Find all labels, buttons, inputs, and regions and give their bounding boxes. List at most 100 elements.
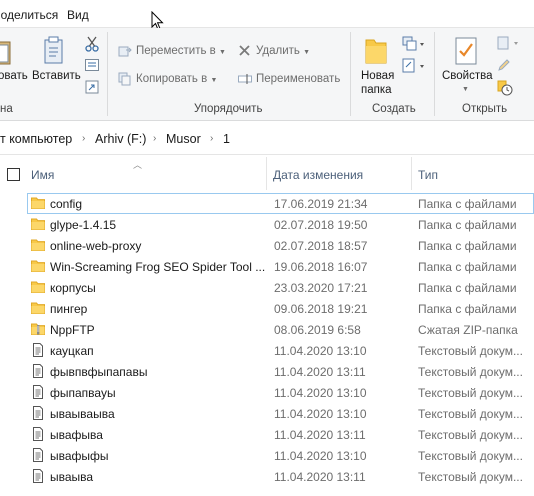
clipboard-group-label: на xyxy=(0,103,13,115)
delete-button[interactable]: Удалить ▼ xyxy=(256,45,310,57)
file-row[interactable]: ываываыва 11.04.2020 13:10 Текстовый докум… xyxy=(0,403,534,424)
file-date-modified: 19.06.2018 16:07 xyxy=(274,260,368,274)
file-row[interactable]: config 17.06.2019 21:34 Папка с файлами xyxy=(0,193,534,214)
folder-icon xyxy=(31,301,45,315)
chevron-down-icon: ▼ xyxy=(218,49,226,56)
column-date-modified[interactable]: Дата изменения xyxy=(273,168,363,182)
chevron-right-icon[interactable]: › xyxy=(153,133,156,144)
chevron-down-icon: ▼ xyxy=(303,49,311,56)
group-divider xyxy=(434,32,435,116)
file-type: Текстовый докум... xyxy=(418,365,523,379)
ribbon-tab-bar: Поделиться Вид xyxy=(0,0,534,31)
zip-folder-icon xyxy=(31,322,45,336)
file-row[interactable]: фывпвфыпапавы 11.04.2020 13:11 Текстовый д… xyxy=(0,361,534,382)
file-date-modified: 09.06.2018 19:21 xyxy=(274,302,368,316)
group-divider xyxy=(107,32,108,116)
paste-button[interactable]: овать xyxy=(0,70,28,82)
new-folder-button[interactable]: Новая xyxy=(361,70,394,82)
move-to-button[interactable]: Переместить в ▼ xyxy=(136,45,226,57)
file-row[interactable]: кауцкап 11.04.2020 13:10 Текстовый докум..… xyxy=(0,340,534,361)
folder-icon xyxy=(31,259,45,273)
file-date-modified: 08.06.2019 6:58 xyxy=(274,323,361,337)
column-name[interactable]: Имя xyxy=(31,168,54,182)
file-row[interactable]: ывафыфы 11.04.2020 13:10 Текстовый докум..… xyxy=(0,445,534,466)
rename-button[interactable]: Переименовать xyxy=(256,73,340,85)
file-row[interactable]: ывафыва 11.04.2020 13:11 Текстовый докум..… xyxy=(0,424,534,445)
file-name: Win-Screaming Frog SEO Spider Tool ... xyxy=(50,260,265,274)
paste-shortcut-small-icon[interactable] xyxy=(85,80,99,97)
file-type: Папка с файлами xyxy=(418,281,517,295)
column-divider[interactable] xyxy=(266,157,267,190)
tab-view[interactable]: Вид xyxy=(67,8,89,22)
file-type: Текстовый докум... xyxy=(418,470,523,484)
paste-shortcut-button[interactable]: Вставить xyxy=(32,70,81,82)
text-file-icon xyxy=(31,364,45,378)
file-row[interactable]: ываыва 11.04.2020 13:11 Текстовый докум... xyxy=(0,466,534,487)
breadcrumb-drive[interactable]: Arhiv (F:) xyxy=(95,132,146,146)
ribbon: овать Вставить на Переместить в ▼ Копиро… xyxy=(0,28,534,121)
file-type: Текстовый докум... xyxy=(418,428,523,442)
file-row[interactable]: корпусы 23.03.2020 17:21 Папка с файлами xyxy=(0,277,534,298)
chevron-right-icon[interactable]: › xyxy=(82,133,85,144)
breadcrumb-this-pc[interactable]: т компьютер xyxy=(0,132,72,146)
file-name: пингер xyxy=(50,302,88,316)
history-icon[interactable] xyxy=(497,80,513,99)
file-type: Текстовый докум... xyxy=(418,386,523,400)
file-name: корпусы xyxy=(50,281,96,295)
folder-icon xyxy=(31,217,45,231)
copy-to-button[interactable]: Копировать в ▼ xyxy=(136,73,217,85)
cut-icon[interactable] xyxy=(85,36,99,55)
text-file-icon xyxy=(31,406,45,420)
tab-share[interactable]: Поделиться xyxy=(0,8,58,22)
open-group-label: Открыть xyxy=(462,103,508,115)
text-file-icon xyxy=(31,385,45,399)
file-type: Текстовый докум... xyxy=(418,407,523,421)
open-icon[interactable] xyxy=(497,36,521,53)
column-header: ︿ Имя Дата изменения Тип xyxy=(0,157,534,190)
copy-path-icon[interactable] xyxy=(85,59,99,74)
file-name: ываыва xyxy=(50,470,94,484)
file-date-modified: 11.04.2020 13:10 xyxy=(274,407,367,421)
new-folder-button-line2[interactable]: папка xyxy=(361,84,392,96)
properties-icon xyxy=(454,36,478,69)
file-row[interactable]: пингер 09.06.2018 19:21 Папка с файлами xyxy=(0,298,534,319)
text-file-icon xyxy=(31,427,45,441)
file-type: Текстовый докум... xyxy=(418,344,523,358)
organize-group-label: Упорядочить xyxy=(194,103,263,115)
new-item-icon[interactable] xyxy=(402,36,426,55)
column-type[interactable]: Тип xyxy=(418,168,438,182)
file-name: online-web-proxy xyxy=(50,239,142,253)
file-type: Папка с файлами xyxy=(418,260,517,274)
file-date-modified: 11.04.2020 13:11 xyxy=(274,470,366,484)
column-divider[interactable] xyxy=(411,157,412,190)
file-row[interactable]: Win-Screaming Frog SEO Spider Tool ... 19… xyxy=(0,256,534,277)
copy-to-icon xyxy=(118,72,132,89)
move-to-label: Переместить в xyxy=(136,45,216,57)
file-name: glype-1.4.15 xyxy=(50,218,117,232)
edit-icon[interactable] xyxy=(497,58,511,75)
paste-icon xyxy=(0,36,12,69)
file-date-modified: 17.06.2019 21:34 xyxy=(274,197,368,211)
chevron-down-icon[interactable]: ▼ xyxy=(462,86,469,93)
sort-ascending-icon: ︿ xyxy=(133,160,143,170)
file-date-modified: 23.03.2020 17:21 xyxy=(274,281,368,295)
address-bar[interactable]: т компьютер › Arhiv (F:) › Musor › 1 xyxy=(0,122,534,155)
file-row[interactable]: glype-1.4.15 02.07.2018 19:50 Папка с файл… xyxy=(0,214,534,235)
breadcrumb-current[interactable]: 1 xyxy=(223,132,230,146)
file-type: Папка с файлами xyxy=(418,218,517,232)
file-name: ываываыва xyxy=(50,407,115,421)
move-to-icon xyxy=(118,44,132,61)
select-all-checkbox[interactable] xyxy=(7,168,20,181)
properties-button[interactable]: Свойства xyxy=(442,70,493,82)
file-name: ывафыва xyxy=(50,428,103,442)
file-row[interactable]: фыпапвауы 11.04.2020 13:10 Текстовый докум… xyxy=(0,382,534,403)
breadcrumb-musor[interactable]: Musor xyxy=(166,132,201,146)
file-row[interactable]: online-web-proxy 02.07.2018 18:57 Папка с … xyxy=(0,235,534,256)
paste-shortcut-icon xyxy=(42,36,66,69)
file-type: Папка с файлами xyxy=(418,302,517,316)
file-name: кауцкап xyxy=(50,344,94,358)
chevron-right-icon[interactable]: › xyxy=(210,133,213,144)
file-row[interactable]: NppFTP 08.06.2019 6:58 Сжатая ZIP-папка xyxy=(0,319,534,340)
easy-access-icon[interactable] xyxy=(402,58,426,77)
file-date-modified: 11.04.2020 13:11 xyxy=(274,428,366,442)
